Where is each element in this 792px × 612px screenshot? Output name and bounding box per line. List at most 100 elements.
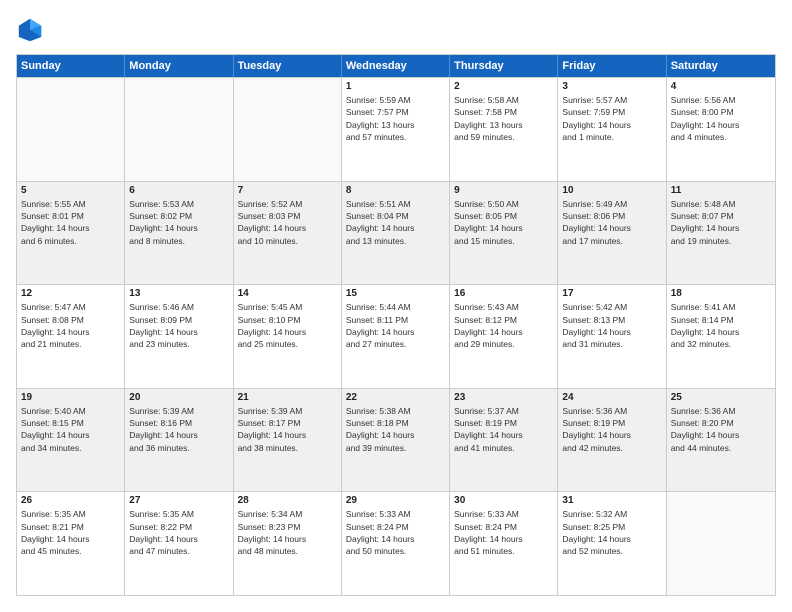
calendar-cell: 24 Sunrise: 5:36 AM Sunset: 8:19 PM Dayli… (558, 389, 666, 492)
day-number: 21 (238, 392, 337, 403)
day-number: 19 (21, 392, 120, 403)
calendar-header: SundayMondayTuesdayWednesdayThursdayFrid… (17, 55, 775, 77)
calendar-cell: 15Sunrise: 5:44 AM Sunset: 8:11 PM Dayli… (342, 285, 450, 388)
cell-info: Sunrise: 5:32 AM Sunset: 8:25 PM Dayligh… (562, 508, 661, 557)
day-number: 3 (562, 81, 661, 92)
calendar-header-day: Friday (558, 55, 666, 77)
day-number: 2 (454, 81, 553, 92)
day-number: 30 (454, 495, 553, 506)
cell-info: Sunrise: 5:47 AM Sunset: 8:08 PM Dayligh… (21, 301, 120, 350)
logo-icon (16, 16, 44, 44)
calendar-cell: 25Sunrise: 5:36 AM Sunset: 8:20 PM Dayli… (667, 389, 775, 492)
day-number: 31 (562, 495, 661, 506)
day-number: 13 (129, 288, 228, 299)
day-number: 11 (671, 185, 771, 196)
cell-info: Sunrise: 5:34 AM Sunset: 8:23 PM Dayligh… (238, 508, 337, 557)
calendar-cell (667, 492, 775, 595)
calendar-cell: 14Sunrise: 5:45 AM Sunset: 8:10 PM Dayli… (234, 285, 342, 388)
cell-info: Sunrise: 5:39 AM Sunset: 8:16 PM Dayligh… (129, 405, 228, 454)
day-number: 14 (238, 288, 337, 299)
cell-info: Sunrise: 5:59 AM Sunset: 7:57 PM Dayligh… (346, 94, 445, 143)
calendar-cell: 26 Sunrise: 5:35 AM Sunset: 8:21 PM Dayli… (17, 492, 125, 595)
cell-info: Sunrise: 5:50 AM Sunset: 8:05 PM Dayligh… (454, 198, 553, 247)
calendar-cell (234, 78, 342, 181)
day-number: 26 (21, 495, 120, 506)
calendar-cell: 30 Sunrise: 5:33 AM Sunset: 8:24 PM Dayli… (450, 492, 558, 595)
calendar-cell: 28 Sunrise: 5:34 AM Sunset: 8:23 PM Dayli… (234, 492, 342, 595)
day-number: 8 (346, 185, 445, 196)
cell-info: Sunrise: 5:35 AM Sunset: 8:21 PM Dayligh… (21, 508, 120, 557)
cell-info: Sunrise: 5:56 AM Sunset: 8:00 PM Dayligh… (671, 94, 771, 143)
calendar-cell (125, 78, 233, 181)
calendar-cell: 2 Sunrise: 5:58 AM Sunset: 7:58 PM Daylig… (450, 78, 558, 181)
cell-info: Sunrise: 5:58 AM Sunset: 7:58 PM Dayligh… (454, 94, 553, 143)
cell-info: Sunrise: 5:37 AM Sunset: 8:19 PM Dayligh… (454, 405, 553, 454)
calendar-cell: 22 Sunrise: 5:38 AM Sunset: 8:18 PM Dayli… (342, 389, 450, 492)
calendar-cell: 4 Sunrise: 5:56 AM Sunset: 8:00 PM Daylig… (667, 78, 775, 181)
cell-info: Sunrise: 5:55 AM Sunset: 8:01 PM Dayligh… (21, 198, 120, 247)
calendar-cell: 23 Sunrise: 5:37 AM Sunset: 8:19 PM Dayli… (450, 389, 558, 492)
day-number: 7 (238, 185, 337, 196)
cell-info: Sunrise: 5:57 AM Sunset: 7:59 PM Dayligh… (562, 94, 661, 143)
day-number: 10 (562, 185, 661, 196)
day-number: 20 (129, 392, 228, 403)
calendar-cell: 19 Sunrise: 5:40 AM Sunset: 8:15 PM Dayli… (17, 389, 125, 492)
day-number: 24 (562, 392, 661, 403)
day-number: 9 (454, 185, 553, 196)
cell-info: Sunrise: 5:33 AM Sunset: 8:24 PM Dayligh… (454, 508, 553, 557)
day-number: 23 (454, 392, 553, 403)
cell-info: Sunrise: 5:51 AM Sunset: 8:04 PM Dayligh… (346, 198, 445, 247)
cell-info: Sunrise: 5:46 AM Sunset: 8:09 PM Dayligh… (129, 301, 228, 350)
calendar-header-day: Wednesday (342, 55, 450, 77)
cell-info: Sunrise: 5:53 AM Sunset: 8:02 PM Dayligh… (129, 198, 228, 247)
calendar-cell (17, 78, 125, 181)
day-number: 18 (671, 288, 771, 299)
day-number: 17 (562, 288, 661, 299)
day-number: 22 (346, 392, 445, 403)
day-number: 28 (238, 495, 337, 506)
cell-info: Sunrise: 5:36 AM Sunset: 8:20 PM Dayligh… (671, 405, 771, 454)
calendar-cell: 12 Sunrise: 5:47 AM Sunset: 8:08 PM Dayli… (17, 285, 125, 388)
calendar-week-5: 26 Sunrise: 5:35 AM Sunset: 8:21 PM Dayli… (17, 491, 775, 595)
header (16, 16, 776, 44)
cell-info: Sunrise: 5:41 AM Sunset: 8:14 PM Dayligh… (671, 301, 771, 350)
cell-info: Sunrise: 5:43 AM Sunset: 8:12 PM Dayligh… (454, 301, 553, 350)
cell-info: Sunrise: 5:40 AM Sunset: 8:15 PM Dayligh… (21, 405, 120, 454)
calendar-header-day: Thursday (450, 55, 558, 77)
logo (16, 16, 48, 44)
cell-info: Sunrise: 5:49 AM Sunset: 8:06 PM Dayligh… (562, 198, 661, 247)
cell-info: Sunrise: 5:48 AM Sunset: 8:07 PM Dayligh… (671, 198, 771, 247)
calendar-cell: 16Sunrise: 5:43 AM Sunset: 8:12 PM Dayli… (450, 285, 558, 388)
calendar-header-day: Monday (125, 55, 233, 77)
calendar-cell: 8 Sunrise: 5:51 AM Sunset: 8:04 PM Daylig… (342, 182, 450, 285)
cell-info: Sunrise: 5:36 AM Sunset: 8:19 PM Dayligh… (562, 405, 661, 454)
calendar-week-1: 1 Sunrise: 5:59 AM Sunset: 7:57 PM Daylig… (17, 77, 775, 181)
calendar-cell: 31 Sunrise: 5:32 AM Sunset: 8:25 PM Dayli… (558, 492, 666, 595)
day-number: 12 (21, 288, 120, 299)
calendar-cell: 5 Sunrise: 5:55 AM Sunset: 8:01 PM Daylig… (17, 182, 125, 285)
calendar-header-day: Sunday (17, 55, 125, 77)
calendar-body: 1 Sunrise: 5:59 AM Sunset: 7:57 PM Daylig… (17, 77, 775, 595)
calendar-header-day: Saturday (667, 55, 775, 77)
calendar-cell: 3 Sunrise: 5:57 AM Sunset: 7:59 PM Daylig… (558, 78, 666, 181)
page: SundayMondayTuesdayWednesdayThursdayFrid… (0, 0, 792, 612)
cell-info: Sunrise: 5:35 AM Sunset: 8:22 PM Dayligh… (129, 508, 228, 557)
calendar-cell: 11 Sunrise: 5:48 AM Sunset: 8:07 PM Dayli… (667, 182, 775, 285)
calendar-cell: 10 Sunrise: 5:49 AM Sunset: 8:06 PM Dayli… (558, 182, 666, 285)
day-number: 5 (21, 185, 120, 196)
calendar: SundayMondayTuesdayWednesdayThursdayFrid… (16, 54, 776, 596)
day-number: 6 (129, 185, 228, 196)
cell-info: Sunrise: 5:39 AM Sunset: 8:17 PM Dayligh… (238, 405, 337, 454)
cell-info: Sunrise: 5:52 AM Sunset: 8:03 PM Dayligh… (238, 198, 337, 247)
calendar-cell: 20 Sunrise: 5:39 AM Sunset: 8:16 PM Dayli… (125, 389, 233, 492)
calendar-week-3: 12 Sunrise: 5:47 AM Sunset: 8:08 PM Dayli… (17, 284, 775, 388)
calendar-cell: 6 Sunrise: 5:53 AM Sunset: 8:02 PM Daylig… (125, 182, 233, 285)
cell-info: Sunrise: 5:38 AM Sunset: 8:18 PM Dayligh… (346, 405, 445, 454)
cell-info: Sunrise: 5:42 AM Sunset: 8:13 PM Dayligh… (562, 301, 661, 350)
cell-info: Sunrise: 5:33 AM Sunset: 8:24 PM Dayligh… (346, 508, 445, 557)
day-number: 4 (671, 81, 771, 92)
calendar-cell: 7 Sunrise: 5:52 AM Sunset: 8:03 PM Daylig… (234, 182, 342, 285)
calendar-cell: 18 Sunrise: 5:41 AM Sunset: 8:14 PM Dayli… (667, 285, 775, 388)
day-number: 1 (346, 81, 445, 92)
day-number: 15 (346, 288, 445, 299)
